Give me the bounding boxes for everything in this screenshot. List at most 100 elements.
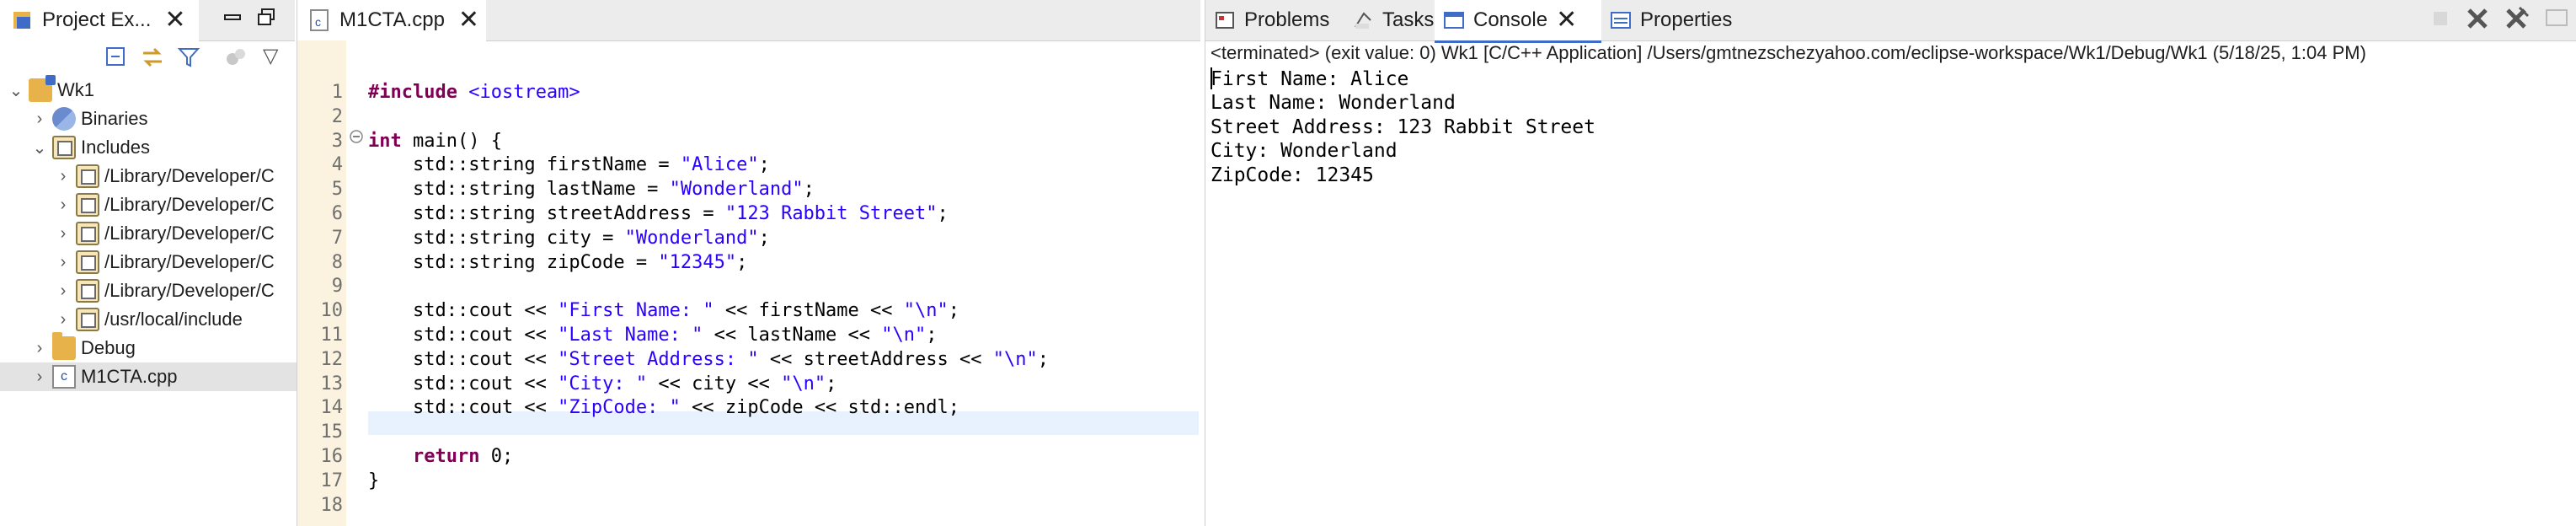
tab-label: Project Ex... [42,8,152,31]
tree-item-label: Debug [81,337,136,358]
line-number: 18 [320,494,344,516]
code-line[interactable]: std::cout << "First Name: " << firstName… [368,299,959,323]
explorer-tab-bar: Project Ex... ✕ [0,0,295,43]
tree-item-label: /Library/Developer/C [104,280,275,301]
console-panel: Problems Tasks Console ✕ Properties <termina… [1205,0,2576,526]
close-icon[interactable]: ✕ [1556,8,1577,33]
pin-console-icon[interactable] [2543,5,2568,29]
line-number: 13 [320,373,344,394]
link-with-editor-icon[interactable] [140,46,165,73]
chevron-right-icon[interactable]: › [54,282,72,301]
tab-label: Properties [1640,8,1733,31]
line-number: 9 [331,276,343,298]
line-number: 1 [331,82,343,103]
include-folder-icon [76,308,99,331]
tab-label: Problems [1244,8,1330,31]
code-line[interactable]: std::cout << "City: " << city << "\n"; [368,373,836,396]
include-folder-icon [76,279,99,303]
remove-launch-icon[interactable] [2464,5,2488,29]
close-icon[interactable]: ✕ [164,8,185,33]
include-folder-icon [76,193,99,217]
tree-item-label: /usr/local/include [104,309,243,330]
chevron-right-icon[interactable]: › [54,196,72,215]
cpp-file-icon: c [309,8,331,32]
line-number: 8 [331,251,343,273]
tab-properties[interactable]: Properties [1601,0,1753,40]
includes-icon [52,136,76,159]
tree-item[interactable]: › c M1CTA.cpp [0,362,325,391]
fold-icon[interactable] [350,130,363,143]
properties-icon [1610,8,1632,32]
tree-item-label: /Library/Developer/C [104,194,275,215]
console-output-line: First Name: Alice [1211,68,1409,90]
code-line[interactable]: std::cout << "Last Name: " << lastName <… [368,324,938,347]
line-number: 4 [331,154,343,176]
tree-item[interactable]: ⌄ Wk1 [0,75,302,105]
code-line[interactable]: std::string lastName = "Wonderland"; [368,178,815,201]
code-line[interactable]: } [368,470,379,493]
tree-item[interactable]: › Debug [0,332,325,362]
terminate-icon[interactable] [2429,8,2452,32]
maximize-icon[interactable] [254,7,278,30]
code-line[interactable]: return 0; [368,445,513,469]
filter-icon[interactable] [177,46,200,73]
line-number: 16 [320,446,344,467]
code-line[interactable]: std::string zipCode = "12345"; [368,251,747,275]
tasks-icon [1352,8,1374,32]
tree-item-label: Includes [81,137,150,158]
line-number: 17 [320,470,344,491]
chevron-right-icon[interactable]: › [54,167,72,186]
include-folder-icon [76,164,99,188]
console-output-line: Last Name: Wonderland [1211,92,1456,115]
code-line[interactable]: std::cout << "ZipCode: " << zipCode << s… [368,396,959,420]
line-number: 3 [331,130,343,152]
tab-label: M1CTA.cpp [339,8,445,31]
code-line[interactable]: int main() { [368,130,502,153]
remove-all-terminated-icon[interactable] [2503,5,2530,29]
chevron-right-icon[interactable]: › [30,368,49,387]
close-icon[interactable]: ✕ [458,8,479,33]
chevron-right-icon[interactable]: › [54,310,72,330]
build-icon[interactable] [224,46,248,73]
tab-console[interactable]: Console ✕ [1435,0,1601,43]
folder-icon [52,332,76,360]
chevron-right-icon[interactable]: › [30,339,49,358]
minimize-icon[interactable] [221,7,244,30]
chevron-down-icon[interactable]: ⌄ [30,137,49,158]
svg-text:c: c [315,15,321,29]
line-number: 12 [320,348,344,370]
tree-item[interactable]: ⌄ Includes [0,133,325,162]
tree-item[interactable]: › Binaries [0,105,325,133]
tab-problems[interactable]: Problems [1205,0,1344,40]
line-number: 15 [320,421,344,443]
collapse-all-icon[interactable] [104,46,128,73]
chevron-down-icon[interactable]: ⌄ [7,80,25,101]
code-line[interactable]: std::string firstName = "Alice"; [368,153,770,177]
project-explorer-panel: Project Ex... ✕ ▽ ⌄ Wk1 › Binaries ⌄ Includes… [0,0,325,526]
tree-item-label: /Library/Developer/C [104,251,275,272]
include-folder-icon [76,250,99,274]
tree-item-label: /Library/Developer/C [104,223,275,244]
chevron-right-icon[interactable]: › [54,253,72,272]
tab-m1cta-cpp[interactable]: c M1CTA.cpp ✕ [297,0,486,43]
console-icon [1443,8,1465,32]
tree-item-label: /Library/Developer/C [104,165,275,186]
code-line[interactable]: #include <iostream> [368,81,580,105]
cpp-file-icon: c [52,365,76,389]
explorer-toolbar: ▽ [101,44,295,71]
tab-label: Tasks [1382,8,1435,31]
code-line[interactable]: std::string city = "Wonderland"; [368,227,770,250]
view-menu-icon[interactable]: ▽ [263,44,278,68]
chevron-right-icon[interactable]: › [54,224,72,244]
line-number: 10 [320,300,344,322]
line-number: 11 [320,325,344,346]
console-output-line: Street Address: 123 Rabbit Street [1211,115,1595,138]
tree-item-label: Binaries [81,108,148,129]
chevron-right-icon[interactable]: › [30,110,49,129]
code-line[interactable]: std::cout << "Street Address: " << stree… [368,348,1049,372]
tree-item-label: M1CTA.cpp [81,366,178,387]
problems-icon [1214,8,1236,32]
code-line[interactable]: std::string streetAddress = "123 Rabbit … [368,202,949,226]
tab-tasks[interactable]: Tasks [1344,0,1435,40]
tab-project-explorer[interactable]: Project Ex... ✕ [0,0,199,43]
